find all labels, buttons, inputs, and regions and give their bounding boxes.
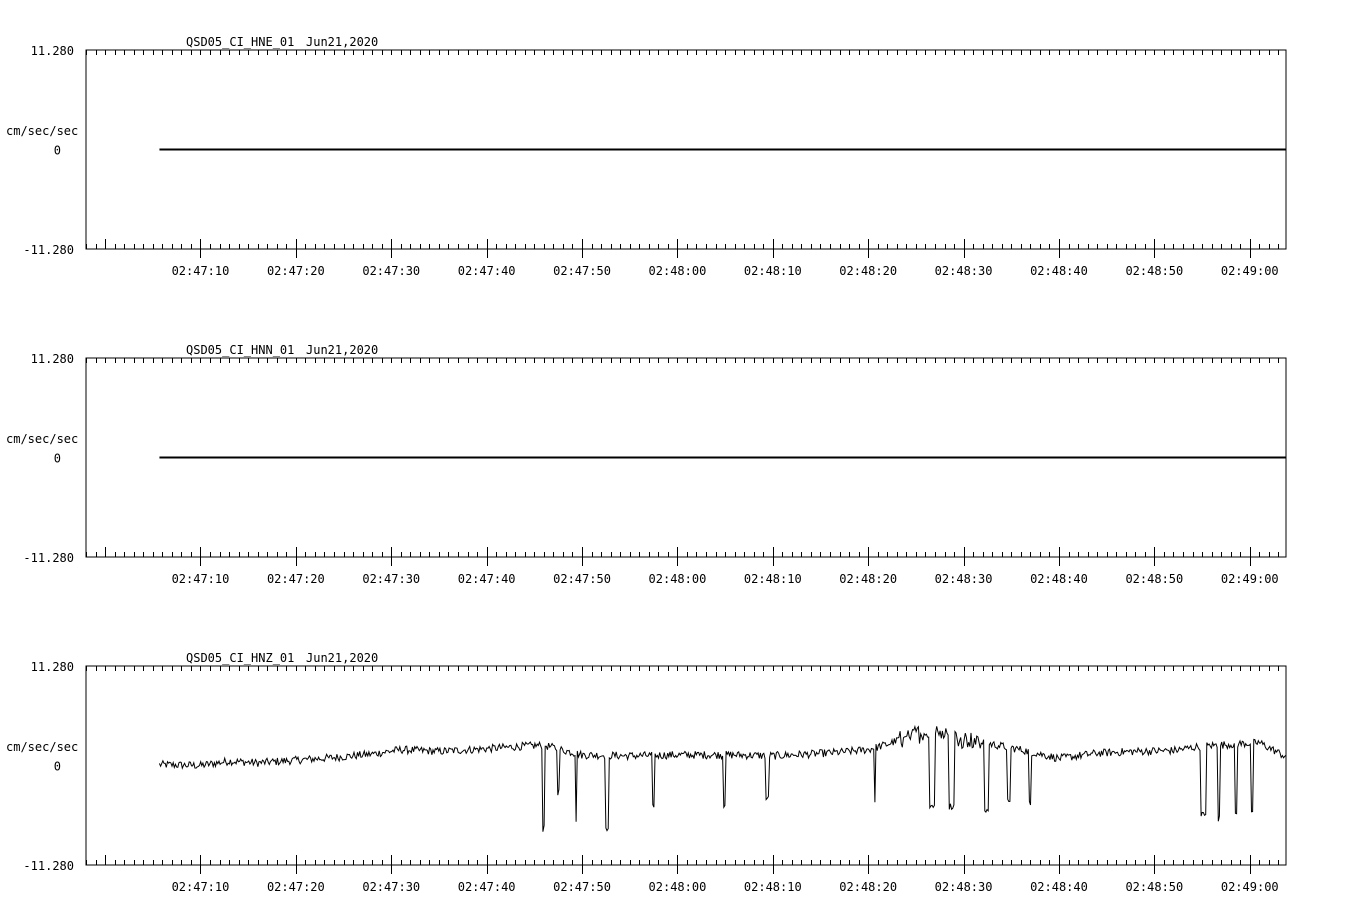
x-tick-label: 02:48:00 (649, 264, 707, 278)
x-tick-label: 02:47:30 (362, 880, 420, 894)
x-tick-label: 02:48:40 (1030, 572, 1088, 586)
plot-frame (85, 665, 1287, 866)
seismogram-figure: QSD05_CI_HNE_01 Jun21,2020 11.280 0 -11.280 c… (6, 35, 1287, 894)
y-tick-label-bottom: -11.280 (23, 243, 74, 257)
x-tick-label: 02:48:30 (935, 572, 993, 586)
date-label: Jun21,2020 (306, 651, 378, 665)
x-tick-label: 02:48:50 (1125, 264, 1183, 278)
x-tick-label: 02:47:30 (362, 572, 420, 586)
y-tick-label-zero: 0 (54, 144, 61, 158)
y-tick-label-zero: 0 (54, 452, 61, 466)
seismogram-panel: QSD05_CI_HNN_01 Jun21,2020 11.280 0 -11.280 c… (6, 343, 1287, 586)
x-tick-label: 02:47:20 (267, 264, 325, 278)
station-label: QSD05_CI_HNE_01 (186, 35, 294, 49)
date-label: Jun21,2020 (306, 35, 378, 49)
x-tick-label: 02:47:10 (172, 880, 230, 894)
x-tick-label: 02:47:50 (553, 880, 611, 894)
y-axis-label: cm/sec/sec (6, 740, 78, 754)
x-tick-label: 02:48:10 (744, 880, 802, 894)
x-tick-label: 02:48:00 (649, 880, 707, 894)
y-tick-label-top: 11.280 (31, 352, 74, 366)
x-tick-label: 02:48:40 (1030, 880, 1088, 894)
x-tick-label: 02:49:00 (1221, 264, 1279, 278)
trace-line (158, 724, 1287, 832)
y-tick-label-bottom: -11.280 (23, 551, 74, 565)
seismogram-panel: QSD05_CI_HNE_01 Jun21,2020 11.280 0 -11.280 c… (6, 35, 1287, 278)
x-tick-label: 02:48:30 (935, 880, 993, 894)
x-tick-label: 02:48:20 (839, 880, 897, 894)
seismogram-panel: QSD05_CI_HNZ_01 Jun21,2020 11.280 0 -11.280 c… (6, 651, 1287, 894)
x-tick-label: 02:47:40 (458, 572, 516, 586)
x-tick-label: 02:47:50 (553, 264, 611, 278)
y-axis-label: cm/sec/sec (6, 124, 78, 138)
x-tick-label: 02:48:10 (744, 572, 802, 586)
x-tick-label: 02:47:20 (267, 880, 325, 894)
x-tick-label: 02:48:50 (1125, 880, 1183, 894)
x-tick-label: 02:48:20 (839, 572, 897, 586)
x-tick-label: 02:47:30 (362, 264, 420, 278)
station-label: QSD05_CI_HNZ_01 (186, 651, 294, 665)
date-label: Jun21,2020 (306, 343, 378, 357)
x-tick-label: 02:47:50 (553, 572, 611, 586)
y-tick-label-top: 11.280 (31, 660, 74, 674)
x-tick-label: 02:47:40 (458, 880, 516, 894)
x-tick-label: 02:47:40 (458, 264, 516, 278)
y-tick-label-zero: 0 (54, 760, 61, 774)
x-tick-label: 02:48:50 (1125, 572, 1183, 586)
x-tick-label: 02:47:20 (267, 572, 325, 586)
x-tick-label: 02:48:40 (1030, 264, 1088, 278)
station-label: QSD05_CI_HNN_01 (186, 343, 294, 357)
x-tick-label: 02:48:10 (744, 264, 802, 278)
y-tick-label-top: 11.280 (31, 44, 74, 58)
y-axis-label: cm/sec/sec (6, 432, 78, 446)
y-tick-label-bottom: -11.280 (23, 859, 74, 873)
x-tick-label: 02:48:20 (839, 264, 897, 278)
x-tick-label: 02:47:10 (172, 572, 230, 586)
x-tick-label: 02:48:00 (649, 572, 707, 586)
x-tick-label: 02:48:30 (935, 264, 993, 278)
x-tick-label: 02:49:00 (1221, 572, 1279, 586)
x-tick-label: 02:49:00 (1221, 880, 1279, 894)
x-tick-label: 02:47:10 (172, 264, 230, 278)
